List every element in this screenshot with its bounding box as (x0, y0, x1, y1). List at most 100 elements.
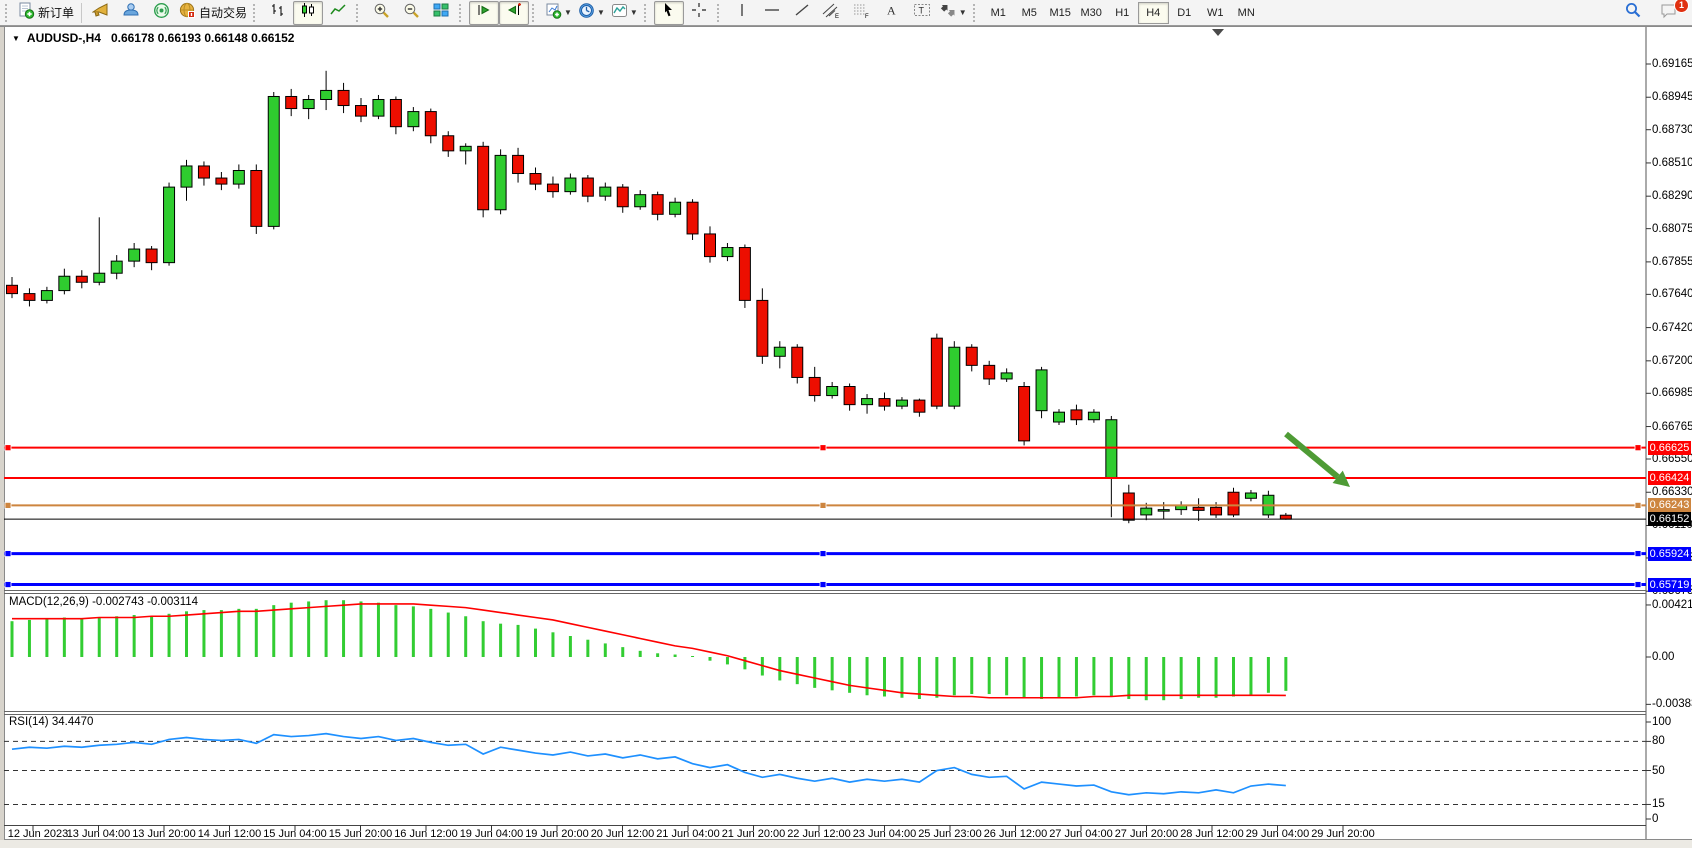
time-axis-label: 15 Jun 04:00 (263, 828, 327, 840)
candle-body (286, 96, 297, 108)
time-axis-label: 25 Jun 23:00 (918, 828, 982, 840)
candle-body (268, 96, 279, 226)
candle-body (809, 377, 820, 395)
line-handle (1635, 445, 1641, 451)
time-axis-label: 12 Jun 2023 (8, 828, 69, 840)
price-tick-label: 0.68290 (1652, 190, 1692, 202)
price-tick-label: 0.66330 (1652, 486, 1692, 498)
rsi-tick-label: 0 (1652, 813, 1658, 825)
candle-body (390, 99, 401, 126)
level-price-label: 0.65924 (1648, 547, 1691, 561)
line-handle (5, 502, 11, 508)
rsi-name: RSI(14) (9, 716, 49, 728)
macd-label: MACD(12,26,9) -0.002743 -0.003114 (9, 596, 198, 608)
price-tick-label: 0.66985 (1652, 387, 1692, 399)
candle-body (635, 195, 646, 207)
chart-menu-icon[interactable]: ▼ (12, 34, 20, 43)
rsi-label: RSI(14) 34.4470 (9, 716, 93, 728)
time-axis-label: 14 Jun 12:00 (198, 828, 262, 840)
price-tick-label: 0.66550 (1652, 453, 1692, 465)
candle-body (896, 400, 907, 406)
chart-ohlc-values: 0.66178 0.66193 0.66148 0.66152 (111, 31, 295, 45)
candle-body (164, 187, 175, 263)
candle-body (705, 234, 716, 257)
candle-body (1228, 492, 1239, 515)
time-axis-label: 29 Jun 04:00 (1246, 828, 1310, 840)
price-tick-label: 0.66765 (1652, 421, 1692, 433)
price-tick-label: 0.68945 (1652, 91, 1692, 103)
candle-body (181, 166, 192, 187)
line-handle (820, 502, 826, 508)
candle-body (251, 170, 262, 226)
time-axis-label: 13 Jun 20:00 (132, 828, 196, 840)
candle-body (774, 347, 785, 356)
candle-body (1211, 507, 1222, 515)
candle-body (59, 276, 70, 290)
time-axis-label: 20 Jun 12:00 (591, 828, 655, 840)
level-price-label: 0.65719 (1648, 578, 1691, 592)
candle-body (966, 347, 977, 365)
rsi-value: 34.4470 (52, 716, 94, 728)
trend-arrow (1286, 434, 1338, 477)
candle-body (111, 261, 122, 273)
chart-shift-marker (1212, 29, 1224, 36)
candle-body (513, 155, 524, 173)
candle-body (338, 90, 349, 105)
candle-body (356, 106, 367, 117)
candle-body (1193, 507, 1204, 510)
candle-body (1001, 373, 1012, 379)
time-axis-label: 23 Jun 04:00 (853, 828, 917, 840)
price-tick-label: 0.68730 (1652, 124, 1692, 136)
rsi-tick-label: 80 (1652, 735, 1665, 747)
line-handle (820, 582, 826, 588)
time-axis-label: 19 Jun 20:00 (525, 828, 589, 840)
rsi-line (12, 734, 1286, 795)
status-strip (0, 840, 1692, 848)
candle-body (495, 155, 506, 209)
level-price-label: 0.66424 (1648, 471, 1691, 485)
chart-title: ▼ AUDUSD-,H4 0.66178 0.66193 0.66148 0.6… (12, 31, 294, 45)
candle-body (1054, 412, 1065, 422)
candle-body (984, 365, 995, 379)
time-axis-label: 21 Jun 20:00 (722, 828, 786, 840)
time-axis-label: 27 Jun 20:00 (1115, 828, 1179, 840)
candle-body (844, 387, 855, 405)
price-chart-canvas[interactable] (0, 0, 1692, 848)
candle-body (76, 276, 87, 282)
candle-body (862, 399, 873, 405)
rsi-tick-label: 15 (1652, 798, 1665, 810)
candle-body (1088, 412, 1099, 420)
candle-body (1280, 515, 1291, 519)
time-axis-label: 22 Jun 12:00 (787, 828, 851, 840)
candle-body (1245, 493, 1256, 498)
candle-body (1019, 387, 1030, 441)
price-tick-label: 0.67855 (1652, 256, 1692, 268)
candle-body (94, 273, 105, 282)
candle-body (600, 187, 611, 196)
candle-body (478, 146, 489, 209)
line-handle (1635, 582, 1641, 588)
macd-tick-label: -0.003835 (1652, 698, 1692, 710)
candle-body (792, 347, 803, 377)
candle-body (530, 174, 541, 185)
line-handle (5, 551, 11, 557)
time-axis-label: 28 Jun 12:00 (1180, 828, 1244, 840)
candle-body (129, 249, 140, 261)
time-axis-label: 26 Jun 12:00 (984, 828, 1048, 840)
price-tick-label: 0.69165 (1652, 58, 1692, 70)
macd-tick-label: 0.004215 (1652, 599, 1692, 611)
time-axis-label: 29 Jun 20:00 (1311, 828, 1375, 840)
candle-body (321, 90, 332, 99)
candle-body (146, 249, 157, 263)
time-axis-label: 19 Jun 04:00 (460, 828, 524, 840)
candle-body (687, 202, 698, 234)
candle-body (1141, 508, 1152, 515)
candle-body (1036, 370, 1047, 411)
level-price-label: 0.66625 (1648, 441, 1691, 455)
candle-body (425, 112, 436, 136)
level-price-label: 0.66243 (1648, 498, 1691, 512)
candle-body (24, 294, 35, 301)
candle-body (949, 347, 960, 406)
candle-body (757, 300, 768, 356)
candle-body (931, 338, 942, 406)
